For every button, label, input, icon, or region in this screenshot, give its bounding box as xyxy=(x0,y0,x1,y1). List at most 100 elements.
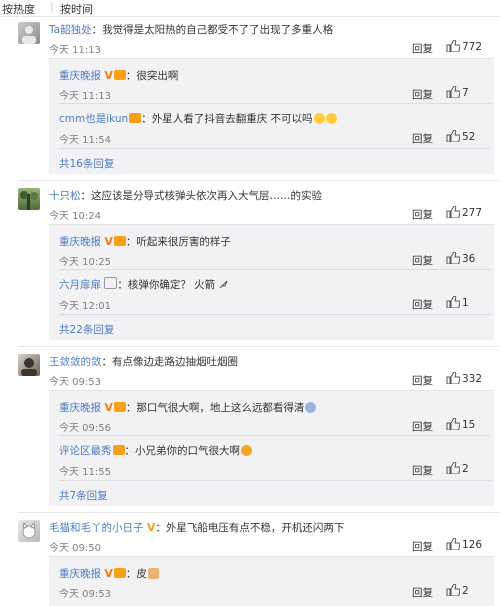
reply-time: 今天 10:25 xyxy=(59,257,111,268)
like-button[interactable]: 15 xyxy=(446,418,475,431)
reply-button[interactable]: 回复 xyxy=(412,131,433,146)
panda-badge-icon xyxy=(104,277,118,289)
like-count: 772 xyxy=(462,41,483,53)
reply-button[interactable]: 回复 xyxy=(412,297,433,312)
like-button[interactable]: 126 xyxy=(446,538,482,551)
more-replies-link[interactable]: 共16条回复 xyxy=(59,156,114,171)
thumbs-up-icon xyxy=(446,206,460,218)
avatar[interactable] xyxy=(18,188,40,210)
reply-text: ：小兄弟你的口气很大啊 xyxy=(124,445,241,457)
comment-time: 今天 09:50 xyxy=(49,543,101,554)
reply-text: ：那口气很大啊，地上这么远都看得清 xyxy=(125,402,305,414)
like-button[interactable]: 1 xyxy=(446,296,469,309)
verified-badge-icon: V xyxy=(104,567,113,580)
like-button[interactable]: 772 xyxy=(446,40,482,53)
like-count: 36 xyxy=(462,253,476,265)
reply-time: 今天 11:55 xyxy=(59,467,111,478)
comment-text: ：我觉得是太阳热的自己都受不了了出现了多重人格 xyxy=(91,24,334,36)
reply-username[interactable]: 重庆晚报 xyxy=(59,236,101,248)
reply-line: 六月扉扉 ：核弹你确定？ 火箭 xyxy=(59,277,228,292)
verified-badge-icon: V xyxy=(104,235,113,248)
like-button[interactable]: 2 xyxy=(446,584,469,597)
user-avatar-icon xyxy=(22,26,36,44)
comment-time: 今天 11:13 xyxy=(49,45,101,56)
reply-button[interactable]: 回复 xyxy=(412,585,433,600)
reply-username[interactable]: 评论区最秀 xyxy=(59,445,112,457)
like-button[interactable]: 2 xyxy=(446,462,469,475)
reply-username[interactable]: cmm也是ikun xyxy=(59,113,128,125)
emoji-icon xyxy=(241,445,252,456)
reply-box: 重庆晚报 V ：那口气很大啊，地上这么远都看得清 今天 09:56 回复 15 评… xyxy=(49,390,494,506)
reply-button[interactable]: 回复 xyxy=(412,41,433,56)
comment-line: 十只松：这应该是分导式核弹头依次再入大气层……的实验 xyxy=(49,188,322,203)
reply-button[interactable]: 回复 xyxy=(412,539,433,554)
like-button[interactable]: 36 xyxy=(446,252,475,265)
reply-button[interactable]: 回复 xyxy=(412,87,433,102)
reply-box: 重庆晚报 V ：听起来很厉害的样子 今天 10:25 回复 36 六月扉扉 ：核弹… xyxy=(49,224,494,340)
comment-username[interactable]: Ta韶独处 xyxy=(49,24,92,36)
reply-text: ：外星人看了抖音去翻重庆 不可以吗 xyxy=(141,113,313,125)
reply-button[interactable]: 回复 xyxy=(412,207,433,222)
comment-username[interactable]: 十只松 xyxy=(49,190,81,202)
reply-username[interactable]: 重庆晚报 xyxy=(59,402,101,414)
comment-line: Ta韶独处：我觉得是太阳热的自己都受不了了出现了多重人格 xyxy=(49,22,333,37)
reply-divider xyxy=(59,103,491,104)
reply-divider xyxy=(59,314,491,315)
comment-divider xyxy=(18,512,500,513)
reply-button[interactable]: 回复 xyxy=(412,253,433,268)
reply-button[interactable]: 回复 xyxy=(412,419,433,434)
sort-by-time-tab[interactable]: 按时间 xyxy=(60,1,93,17)
comment-text: ：这应该是分导式核弹头依次再入大气层……的实验 xyxy=(80,190,323,202)
reply-button[interactable]: 回复 xyxy=(412,373,433,388)
level-badge-icon xyxy=(113,70,126,80)
user-avatar-icon xyxy=(21,358,37,376)
reply-button[interactable]: 回复 xyxy=(412,463,433,478)
like-count: 2 xyxy=(462,463,469,475)
emoji-icon xyxy=(313,113,325,124)
verified-badge-icon: V xyxy=(104,401,113,414)
thumbs-up-icon xyxy=(446,538,460,550)
comment-username[interactable]: 毛猫和毛丫的小日子 xyxy=(49,522,144,534)
sort-by-hot-tab[interactable]: 按热度 xyxy=(2,1,35,17)
like-count: 7 xyxy=(462,87,469,99)
tree-avatar-icon xyxy=(20,191,38,210)
comment-time: 今天 10:24 xyxy=(49,211,101,222)
reply-box: 重庆晚报 V ：皮 今天 09:53 回复 2 xyxy=(49,556,494,606)
comment-line: 毛猫和毛丫的小日子 V：外星飞船电压有点不稳，开机还闪两下 xyxy=(49,520,344,535)
thumbs-up-icon xyxy=(446,130,460,142)
more-replies-link[interactable]: 共7条回复 xyxy=(59,488,108,503)
avatar[interactable] xyxy=(18,22,40,44)
like-button[interactable]: 332 xyxy=(446,372,482,385)
reply-username[interactable]: 重庆晚报 xyxy=(59,568,101,580)
reply-time: 今天 12:01 xyxy=(59,301,111,312)
thumbs-up-icon xyxy=(446,86,460,98)
avatar[interactable] xyxy=(18,520,40,542)
thumbs-up-icon xyxy=(446,252,460,264)
like-count: 2 xyxy=(462,585,469,597)
avatar[interactable] xyxy=(18,354,40,376)
comment-text: ：外星飞船电压有点不稳，开机还闪两下 xyxy=(155,522,345,534)
more-replies-link[interactable]: 共22条回复 xyxy=(59,322,114,337)
reply-box: 重庆晚报 V ：很突出啊 今天 11:13 回复 7 cmm也是ikun ：外星人看… xyxy=(49,58,494,174)
like-button[interactable]: 7 xyxy=(446,86,469,99)
reply-time: 今天 11:13 xyxy=(59,91,111,102)
level-badge-icon xyxy=(113,236,126,246)
comment-divider xyxy=(18,180,500,181)
like-button[interactable]: 277 xyxy=(446,206,482,219)
rocket-icon xyxy=(219,280,227,289)
reply-divider xyxy=(59,435,491,436)
reply-username[interactable]: 六月扉扉 xyxy=(59,279,101,291)
thumbs-up-icon xyxy=(446,418,460,430)
cat-avatar-icon xyxy=(22,522,36,539)
comment-username[interactable]: 王敛敛的敛 xyxy=(49,356,102,368)
like-count: 277 xyxy=(462,207,483,219)
thumbs-up-icon xyxy=(446,296,460,308)
emoji-icon xyxy=(147,568,159,579)
level-badge-icon xyxy=(113,402,126,412)
reply-text: ：核弹你确定？ 火箭 xyxy=(117,279,216,291)
reply-time: 今天 09:56 xyxy=(59,423,111,434)
reply-username[interactable]: 重庆晚报 xyxy=(59,70,101,82)
like-button[interactable]: 52 xyxy=(446,130,475,143)
comment-text: ：有点像边走路边抽烟吐烟圈 xyxy=(101,356,239,368)
reply-text: ：听起来很厉害的样子 xyxy=(125,236,231,248)
